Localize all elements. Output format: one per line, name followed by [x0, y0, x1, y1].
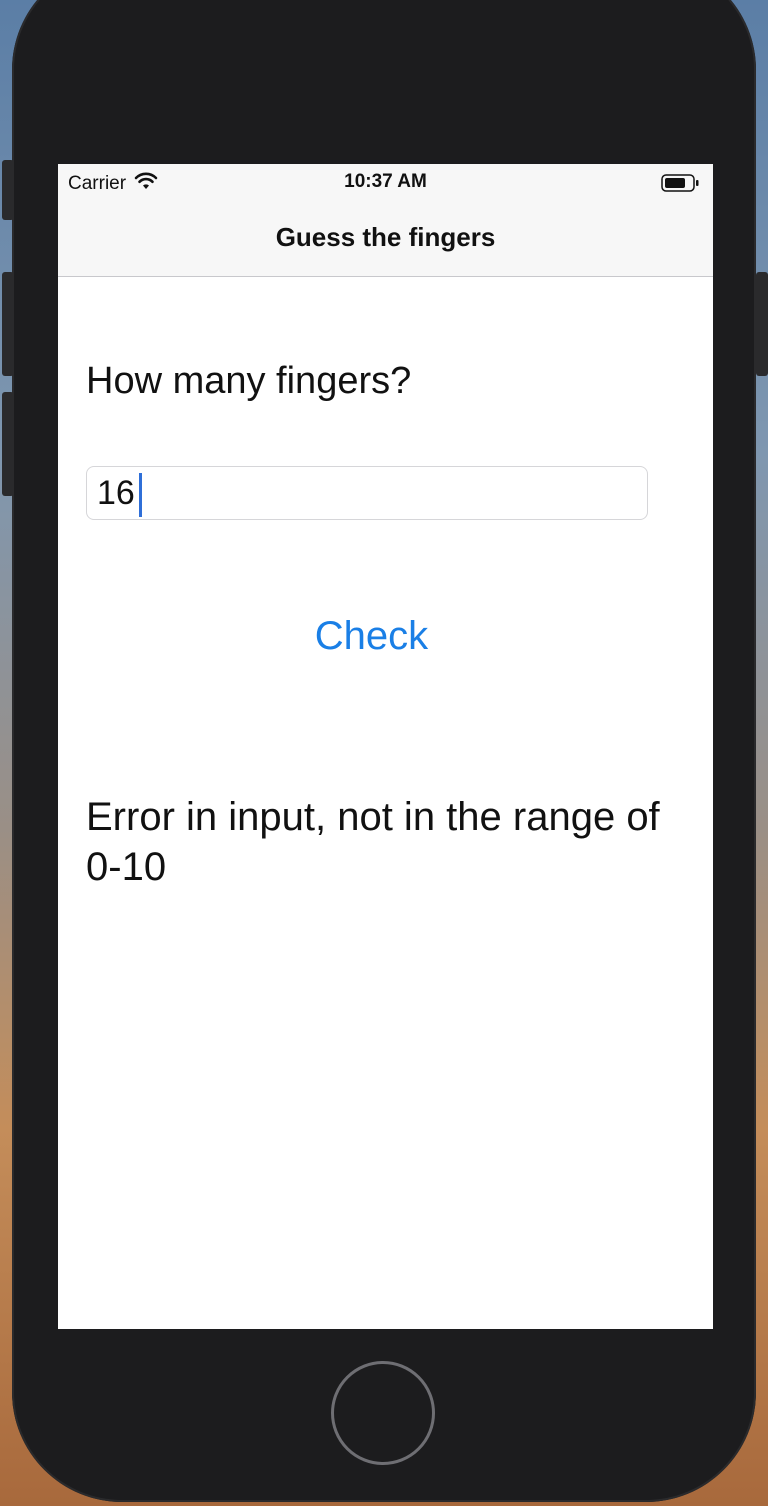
status-bar: Carrier 10:37 AM: [58, 164, 713, 202]
finger-count-field[interactable]: [86, 466, 648, 520]
nav-title: Guess the fingers: [275, 222, 496, 252]
text-caret: [139, 473, 142, 517]
home-button[interactable]: [331, 1361, 435, 1465]
question-label: How many fingers?: [86, 360, 412, 402]
battery-icon: [661, 173, 701, 193]
check-button[interactable]: Check: [58, 614, 685, 659]
result-message: Error in input, not in the range of 0-10: [86, 795, 660, 889]
power-button: [756, 272, 768, 376]
finger-count-input[interactable]: [87, 467, 647, 519]
status-time: 10:37 AM: [344, 171, 427, 192]
app-screen: Carrier 10:37 AM Guess the fingers How m…: [58, 164, 713, 1329]
navigation-bar: Guess the fingers: [58, 202, 713, 277]
